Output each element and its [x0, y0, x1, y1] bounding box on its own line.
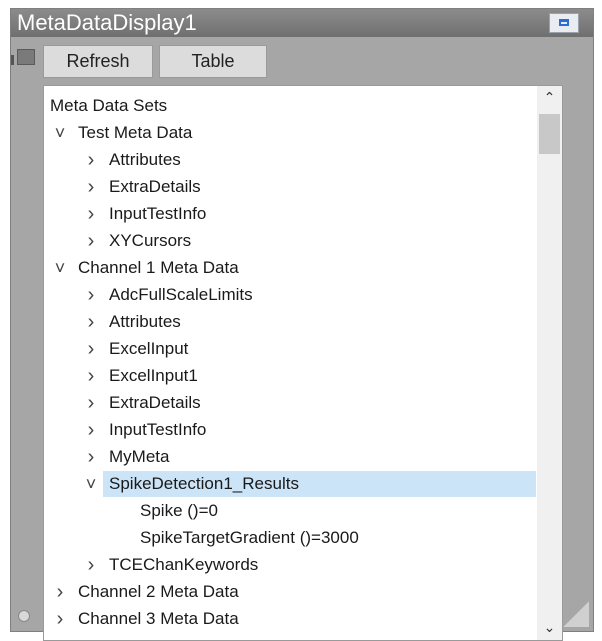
table-button[interactable]: Table — [159, 45, 267, 78]
tree-row-label: Channel 2 Meta Data — [78, 582, 239, 601]
chevron-right-icon[interactable]: › — [81, 174, 101, 200]
tree-row[interactable]: › ExtraDetails — [44, 174, 536, 200]
chevron-right-icon[interactable]: › — [50, 606, 70, 632]
tree-row[interactable]: › ExcelInput1 — [44, 363, 536, 389]
corner-dot — [18, 610, 30, 622]
scroll-up-icon[interactable]: ⌃ — [537, 86, 562, 110]
tree-row[interactable]: › Channel 3 Meta Data — [44, 606, 536, 632]
tree-row-label: SpikeTargetGradient ()=3000 — [140, 528, 359, 547]
chevron-right-icon[interactable]: › — [81, 282, 101, 308]
frame-notch — [11, 55, 14, 65]
tree-row[interactable]: ˅ Test Meta Data — [44, 120, 536, 146]
chevron-down-icon[interactable]: ˅ — [50, 120, 70, 146]
metadata-tree[interactable]: Meta Data Sets ˅ Test Meta Data › Attributes… — [43, 85, 563, 641]
chevron-right-icon[interactable]: › — [81, 417, 101, 443]
tree-row[interactable]: › Attributes — [44, 147, 536, 173]
side-handle[interactable] — [17, 49, 35, 65]
tree-row[interactable]: › Attributes — [44, 309, 536, 335]
tree-row-label: Attributes — [109, 150, 181, 169]
tree-row[interactable]: ˅ Channel 1 Meta Data — [44, 255, 536, 281]
tree-row[interactable]: › InputTestInfo — [44, 417, 536, 443]
metadata-display-window: MetaDataDisplay1 Refresh Table Meta Data… — [10, 8, 594, 641]
tree-row-label: Meta Data Sets — [50, 96, 168, 115]
tree-row-label: ExtraDetails — [109, 177, 201, 196]
chevron-right-icon[interactable]: › — [81, 363, 101, 389]
tree-row-label: MyMeta — [109, 447, 170, 466]
tree-row-label: Channel 1 Meta Data — [78, 258, 239, 277]
tree-row-label: ExtraDetails — [109, 393, 201, 412]
chevron-right-icon[interactable]: › — [81, 228, 101, 254]
chevron-right-icon[interactable]: › — [50, 579, 70, 605]
chevron-right-icon[interactable]: › — [81, 336, 101, 362]
tree-row[interactable]: › ExtraDetails — [44, 390, 536, 416]
refresh-button[interactable]: Refresh — [43, 45, 153, 78]
tree-row[interactable]: › TCEChanKeywords — [44, 552, 536, 578]
tree-row-label: Channel 3 Meta Data — [78, 609, 239, 628]
chevron-right-icon[interactable]: › — [81, 309, 101, 335]
content-area: Refresh Table Meta Data Sets ˅ Test Meta D… — [39, 39, 563, 641]
chevron-right-icon[interactable]: › — [81, 147, 101, 173]
chevron-right-icon[interactable]: › — [81, 444, 101, 470]
tree-row[interactable]: › InputTestInfo — [44, 201, 536, 227]
tree-row[interactable]: › ExcelInput — [44, 336, 536, 362]
window-title: MetaDataDisplay1 — [17, 10, 197, 35]
tree-row-label: XYCursors — [109, 231, 192, 250]
resize-grip-icon[interactable] — [563, 601, 589, 627]
title-bar[interactable]: MetaDataDisplay1 — [11, 9, 593, 37]
tree-row[interactable]: Spike ()=0 — [44, 498, 536, 524]
tree-row-label: Attributes — [109, 312, 181, 331]
tree-row-label: ExcelInput1 — [109, 366, 198, 385]
chevron-down-icon[interactable]: ˅ — [50, 255, 70, 281]
tree-row[interactable]: › MyMeta — [44, 444, 536, 470]
chevron-right-icon[interactable]: › — [81, 552, 101, 578]
tree-row-label: InputTestInfo — [109, 204, 207, 223]
tree-root-label: Meta Data Sets — [44, 93, 536, 119]
restore-window-button[interactable] — [549, 13, 579, 33]
scroll-down-icon[interactable]: ⌄ — [537, 616, 562, 640]
restore-window-icon — [559, 19, 569, 26]
tree-row-label: ExcelInput — [109, 339, 189, 358]
tree-row-label: AdcFullScaleLimits — [109, 285, 253, 304]
chevron-right-icon[interactable]: › — [81, 390, 101, 416]
tree-row[interactable]: ˅ SpikeDetection1_Results — [44, 471, 536, 497]
chevron-right-icon[interactable]: › — [81, 201, 101, 227]
vertical-scrollbar[interactable]: ⌃ ⌄ — [537, 86, 562, 640]
tree-row-label: Spike ()=0 — [140, 501, 218, 520]
chevron-down-icon[interactable]: ˅ — [81, 471, 101, 497]
tree-row-label: TCEChanKeywords — [109, 555, 259, 574]
tree-row[interactable]: › AdcFullScaleLimits — [44, 282, 536, 308]
tree-row-label: Test Meta Data — [78, 123, 193, 142]
tree-row[interactable]: › XYCursors — [44, 228, 536, 254]
tree-row[interactable]: SpikeTargetGradient ()=3000 — [44, 525, 536, 551]
tree-row[interactable]: › Channel 2 Meta Data — [44, 579, 536, 605]
tree-row-label: SpikeDetection1_Results — [109, 474, 299, 493]
tree-row-label: InputTestInfo — [109, 420, 207, 439]
scrollbar-thumb[interactable] — [539, 114, 560, 154]
